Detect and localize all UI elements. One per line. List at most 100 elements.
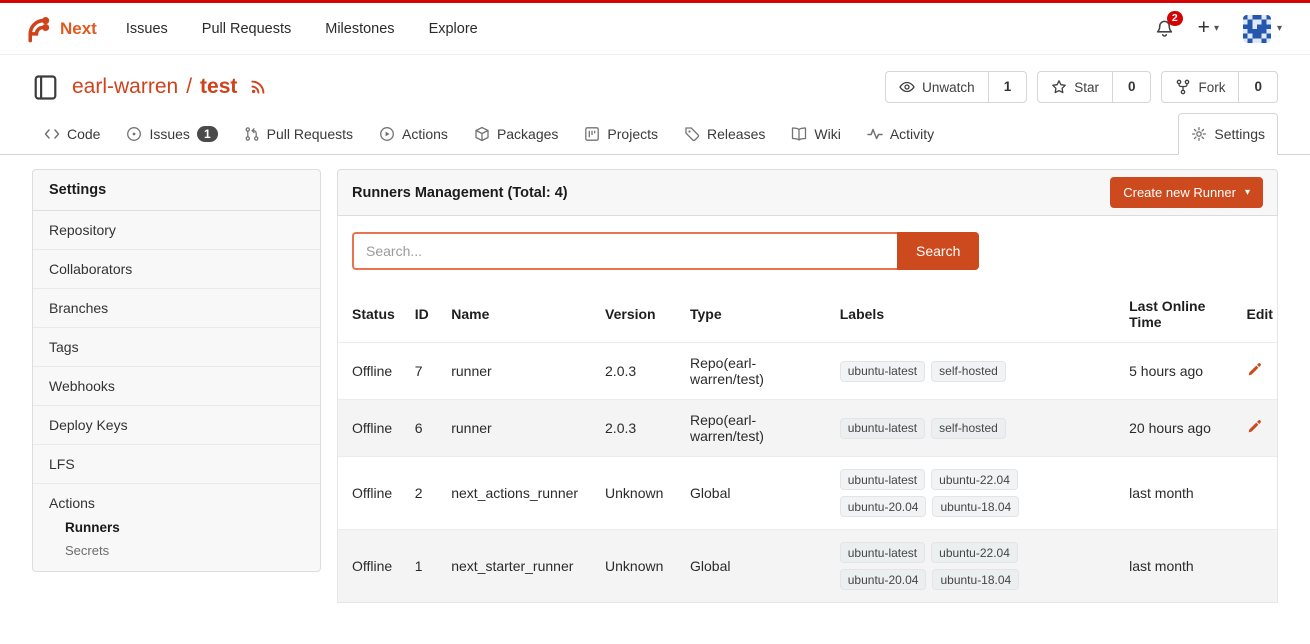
sidebar-item-tags[interactable]: Tags — [33, 328, 320, 367]
sidebar-subitem-secrets[interactable]: Secrets — [65, 540, 304, 561]
sidebar-item-collaborators[interactable]: Collaborators — [33, 250, 320, 289]
tab-actions[interactable]: Actions — [367, 114, 460, 154]
runner-id: 2 — [407, 457, 443, 530]
tab-packages[interactable]: Packages — [462, 114, 570, 154]
nav-item-pull-requests[interactable]: Pull Requests — [185, 13, 308, 45]
sidebar-subitem-runners[interactable]: Runners — [65, 517, 304, 538]
runner-last-online: 20 hours ago — [1121, 400, 1238, 457]
tab-code[interactable]: Code — [32, 114, 112, 154]
settings-sidebar: Settings Repository Collaborators Branch… — [32, 169, 321, 572]
search-input[interactable] — [352, 232, 897, 270]
runner-name: runner — [443, 343, 597, 400]
play-circle-icon — [379, 126, 395, 142]
runner-name: runner — [443, 400, 597, 457]
runner-labels: ubuntu-latest self-hosted — [840, 361, 1045, 382]
runner-type: Repo(earl-warren/test) — [682, 343, 832, 400]
runner-label: ubuntu-18.04 — [932, 569, 1019, 590]
col-name: Name — [443, 286, 597, 343]
runners-table: Status ID Name Version Type Labels Last … — [338, 286, 1277, 602]
panel-header: Runners Management (Total: 4) Create new… — [337, 169, 1278, 216]
runner-label: ubuntu-latest — [840, 418, 925, 439]
brand-label: Next — [60, 19, 97, 39]
sidebar-item-webhooks[interactable]: Webhooks — [33, 367, 320, 406]
issue-opened-icon — [126, 126, 142, 142]
tab-wiki[interactable]: Wiki — [779, 114, 852, 154]
star-label: Star — [1074, 80, 1099, 95]
nav-item-issues[interactable]: Issues — [109, 13, 185, 45]
fork-group: Fork 0 — [1161, 71, 1278, 103]
edit-runner-button[interactable] — [1247, 419, 1262, 434]
sidebar-item-deploy-keys[interactable]: Deploy Keys — [33, 406, 320, 445]
watchers-count[interactable]: 1 — [988, 72, 1027, 102]
tab-releases[interactable]: Releases — [672, 114, 777, 154]
runner-last-online: last month — [1121, 457, 1238, 530]
package-icon — [474, 126, 490, 142]
home-link[interactable]: Next — [22, 14, 97, 44]
eye-icon — [899, 79, 915, 95]
pulse-icon — [867, 126, 883, 142]
notifications-button[interactable]: 2 — [1155, 19, 1174, 38]
fork-button[interactable]: Fork — [1162, 72, 1238, 102]
tab-settings[interactable]: Settings — [1178, 113, 1278, 155]
col-version: Version — [597, 286, 682, 343]
table-row: Offline 2 next_actions_runner Unknown Gl… — [338, 457, 1277, 530]
col-edit: Edit — [1239, 286, 1278, 343]
actions-submenu: Runners Secrets — [49, 511, 304, 561]
col-type: Type — [682, 286, 832, 343]
runner-id: 7 — [407, 343, 443, 400]
runner-label: ubuntu-22.04 — [931, 469, 1018, 490]
chevron-down-icon: ▾ — [1245, 187, 1250, 198]
sidebar-item-repository[interactable]: Repository — [33, 211, 320, 250]
repo-path-separator: / — [186, 75, 192, 99]
col-last-online: Last Online Time — [1121, 286, 1238, 343]
edit-runner-button[interactable] — [1247, 362, 1262, 377]
nav-item-explore[interactable]: Explore — [412, 13, 495, 45]
repo-name-link[interactable]: test — [200, 75, 237, 99]
nav-item-milestones[interactable]: Milestones — [308, 13, 411, 45]
star-button[interactable]: Star — [1038, 72, 1112, 102]
unwatch-label: Unwatch — [922, 80, 975, 95]
sidebar-actions-label[interactable]: Actions — [49, 495, 95, 511]
runner-status: Offline — [338, 400, 407, 457]
sidebar-item-lfs[interactable]: LFS — [33, 445, 320, 484]
chevron-down-icon: ▾ — [1214, 23, 1219, 34]
repo-tabbar: Code Issues 1 Pull Requests Actions Pack… — [0, 113, 1310, 155]
rss-feed-icon[interactable] — [249, 78, 267, 96]
runner-version: Unknown — [597, 457, 682, 530]
tab-projects[interactable]: Projects — [572, 114, 670, 154]
git-pull-request-icon — [244, 126, 260, 142]
unwatch-button[interactable]: Unwatch — [886, 72, 988, 102]
table-row: Offline 1 next_starter_runner Unknown Gl… — [338, 530, 1277, 603]
search-button[interactable]: Search — [897, 232, 979, 270]
runner-id: 6 — [407, 400, 443, 457]
runner-name: next_starter_runner — [443, 530, 597, 603]
sidebar-item-branches[interactable]: Branches — [33, 289, 320, 328]
fork-icon — [1175, 79, 1191, 95]
fork-label: Fork — [1198, 80, 1225, 95]
main-nav: Issues Pull Requests Milestones Explore — [109, 13, 495, 45]
runner-label: ubuntu-latest — [840, 361, 925, 382]
runner-label: ubuntu-22.04 — [931, 542, 1018, 563]
create-menu-button[interactable]: + ▾ — [1198, 19, 1219, 38]
star-group: Star 0 — [1037, 71, 1151, 103]
create-runner-button[interactable]: Create new Runner ▾ — [1110, 177, 1263, 208]
stars-count[interactable]: 0 — [1112, 72, 1151, 102]
tab-pull-requests[interactable]: Pull Requests — [232, 114, 365, 154]
tab-issues[interactable]: Issues 1 — [114, 114, 229, 154]
page-title: Runners Management (Total: 4) — [352, 185, 568, 201]
runner-id: 1 — [407, 530, 443, 603]
project-board-icon — [584, 126, 600, 142]
forks-count[interactable]: 0 — [1238, 72, 1277, 102]
panel-body: Search Status ID Name Version Type Label… — [337, 216, 1278, 603]
col-status: Status — [338, 286, 407, 343]
book-icon — [791, 126, 807, 142]
runner-last-online: last month — [1121, 530, 1238, 603]
runner-version: 2.0.3 — [597, 343, 682, 400]
table-header-row: Status ID Name Version Type Labels Last … — [338, 286, 1277, 343]
navbar: Next Issues Pull Requests Milestones Exp… — [0, 3, 1310, 55]
sidebar-title: Settings — [33, 170, 320, 211]
tab-activity[interactable]: Activity — [855, 114, 946, 154]
user-menu-button[interactable]: ▾ — [1243, 15, 1282, 43]
repo-owner-link[interactable]: earl-warren — [72, 75, 178, 99]
runner-label: ubuntu-latest — [840, 469, 925, 490]
